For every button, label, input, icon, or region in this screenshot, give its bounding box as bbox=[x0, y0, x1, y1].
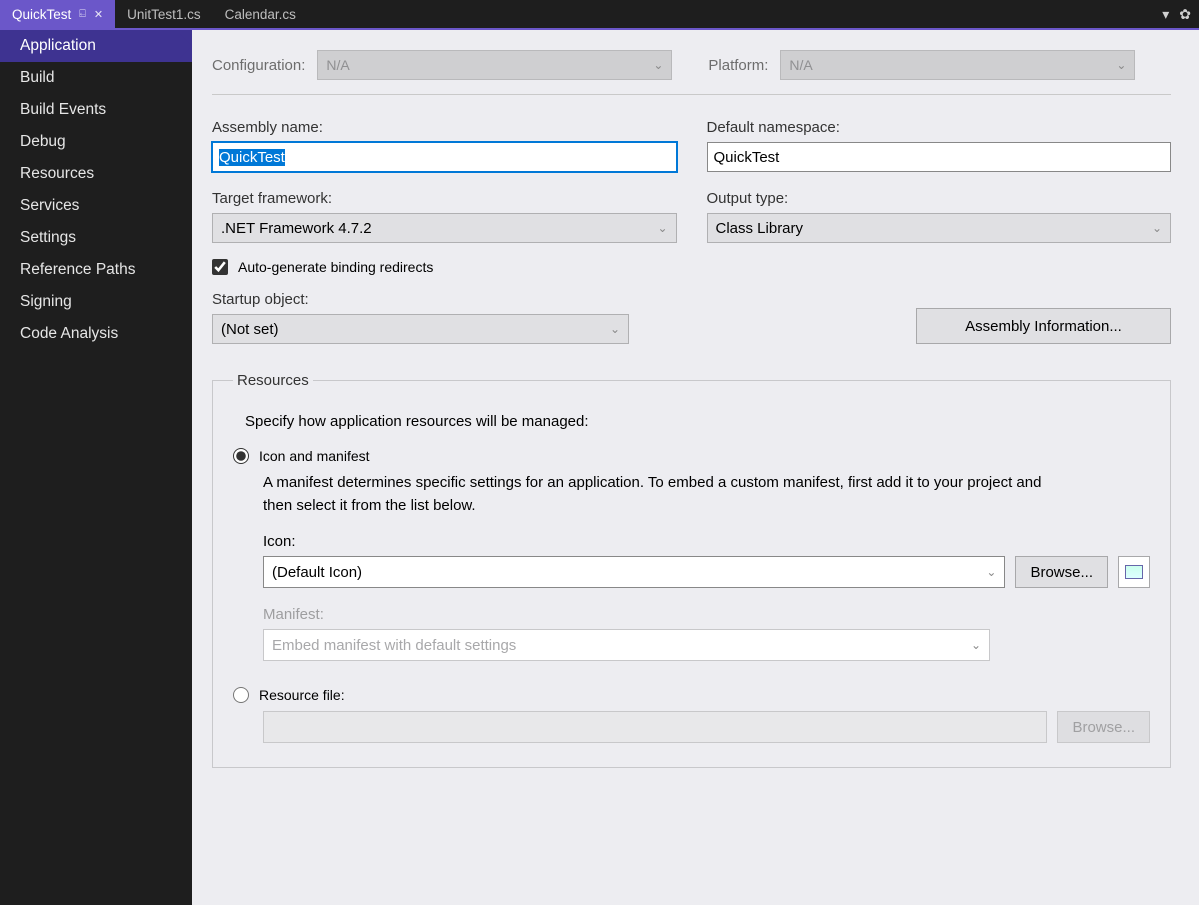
tab-calendar[interactable]: Calendar.cs bbox=[213, 0, 308, 29]
icon-browse-button[interactable]: Browse... bbox=[1015, 556, 1108, 588]
assembly-name-label: Assembly name: bbox=[212, 119, 677, 136]
main-panel: Configuration: N/A ⌄ Platform: N/A ⌄ Ass… bbox=[192, 30, 1199, 905]
auto-binding-label: Auto-generate binding redirects bbox=[238, 259, 433, 275]
chevron-down-icon: ⌄ bbox=[971, 638, 981, 652]
resources-group: Resources Specify how application resour… bbox=[212, 372, 1171, 768]
tabs-bar: QuickTest ⍇ ✕ UnitTest1.cs Calendar.cs ▾… bbox=[0, 0, 1199, 30]
tab-label: Calendar.cs bbox=[225, 7, 296, 22]
target-framework-label: Target framework: bbox=[212, 190, 677, 207]
chevron-down-icon: ⌄ bbox=[986, 565, 996, 579]
resources-description: Specify how application resources will b… bbox=[245, 413, 1150, 430]
gear-icon[interactable]: ✿ bbox=[1179, 6, 1191, 23]
chevron-down-icon: ⌄ bbox=[653, 58, 663, 72]
configuration-select: N/A ⌄ bbox=[317, 50, 672, 80]
startup-object-label: Startup object: bbox=[212, 291, 629, 308]
sidebar-item-signing[interactable]: Signing bbox=[0, 286, 192, 318]
resource-file-input bbox=[263, 711, 1047, 743]
output-type-select[interactable]: Class Library ⌄ bbox=[707, 213, 1172, 243]
close-icon[interactable]: ✕ bbox=[94, 8, 103, 21]
output-type-label: Output type: bbox=[707, 190, 1172, 207]
sidebar-item-build-events[interactable]: Build Events bbox=[0, 94, 192, 126]
icon-manifest-text: A manifest determines specific settings … bbox=[263, 472, 1053, 517]
assembly-name-input[interactable] bbox=[212, 142, 677, 172]
sidebar: Application Build Build Events Debug Res… bbox=[0, 30, 192, 905]
tab-label: UnitTest1.cs bbox=[127, 7, 201, 22]
resource-file-browse-button: Browse... bbox=[1057, 711, 1150, 743]
platform-select: N/A ⌄ bbox=[780, 50, 1135, 80]
resources-legend: Resources bbox=[233, 372, 313, 389]
chevron-down-icon: ⌄ bbox=[1152, 221, 1162, 235]
chevron-down-icon: ⌄ bbox=[610, 322, 620, 336]
resource-file-radio[interactable] bbox=[233, 687, 249, 703]
sidebar-item-resources[interactable]: Resources bbox=[0, 158, 192, 190]
default-namespace-input[interactable] bbox=[707, 142, 1172, 172]
chevron-down-icon: ⌄ bbox=[657, 221, 667, 235]
default-namespace-label: Default namespace: bbox=[707, 119, 1172, 136]
sidebar-item-code-analysis[interactable]: Code Analysis bbox=[0, 318, 192, 350]
chevron-down-icon: ⌄ bbox=[1116, 58, 1126, 72]
icon-manifest-label: Icon and manifest bbox=[259, 448, 370, 464]
platform-label: Platform: bbox=[708, 57, 768, 74]
auto-binding-checkbox[interactable] bbox=[212, 259, 228, 275]
sidebar-item-reference-paths[interactable]: Reference Paths bbox=[0, 254, 192, 286]
resource-file-label: Resource file: bbox=[259, 687, 345, 703]
tab-unittest1[interactable]: UnitTest1.cs bbox=[115, 0, 213, 29]
sidebar-item-application[interactable]: Application bbox=[0, 30, 192, 62]
sidebar-item-build[interactable]: Build bbox=[0, 62, 192, 94]
manifest-select: Embed manifest with default settings ⌄ bbox=[263, 629, 990, 661]
configuration-label: Configuration: bbox=[212, 57, 305, 74]
sidebar-item-settings[interactable]: Settings bbox=[0, 222, 192, 254]
overflow-icon[interactable]: ▾ bbox=[1162, 6, 1169, 23]
startup-object-select[interactable]: (Not set) ⌄ bbox=[212, 314, 629, 344]
icon-select[interactable]: (Default Icon) ⌄ bbox=[263, 556, 1005, 588]
tab-label: QuickTest bbox=[12, 7, 71, 22]
icon-manifest-radio[interactable] bbox=[233, 448, 249, 464]
manifest-label: Manifest: bbox=[263, 606, 1150, 623]
icon-label: Icon: bbox=[263, 533, 1150, 550]
target-framework-select[interactable]: .NET Framework 4.7.2 ⌄ bbox=[212, 213, 677, 243]
sidebar-item-debug[interactable]: Debug bbox=[0, 126, 192, 158]
tab-quicktest[interactable]: QuickTest ⍇ ✕ bbox=[0, 0, 115, 29]
app-icon-preview bbox=[1118, 556, 1150, 588]
sidebar-item-services[interactable]: Services bbox=[0, 190, 192, 222]
assembly-information-button[interactable]: Assembly Information... bbox=[916, 308, 1171, 344]
pin-icon[interactable]: ⍇ bbox=[79, 8, 86, 21]
